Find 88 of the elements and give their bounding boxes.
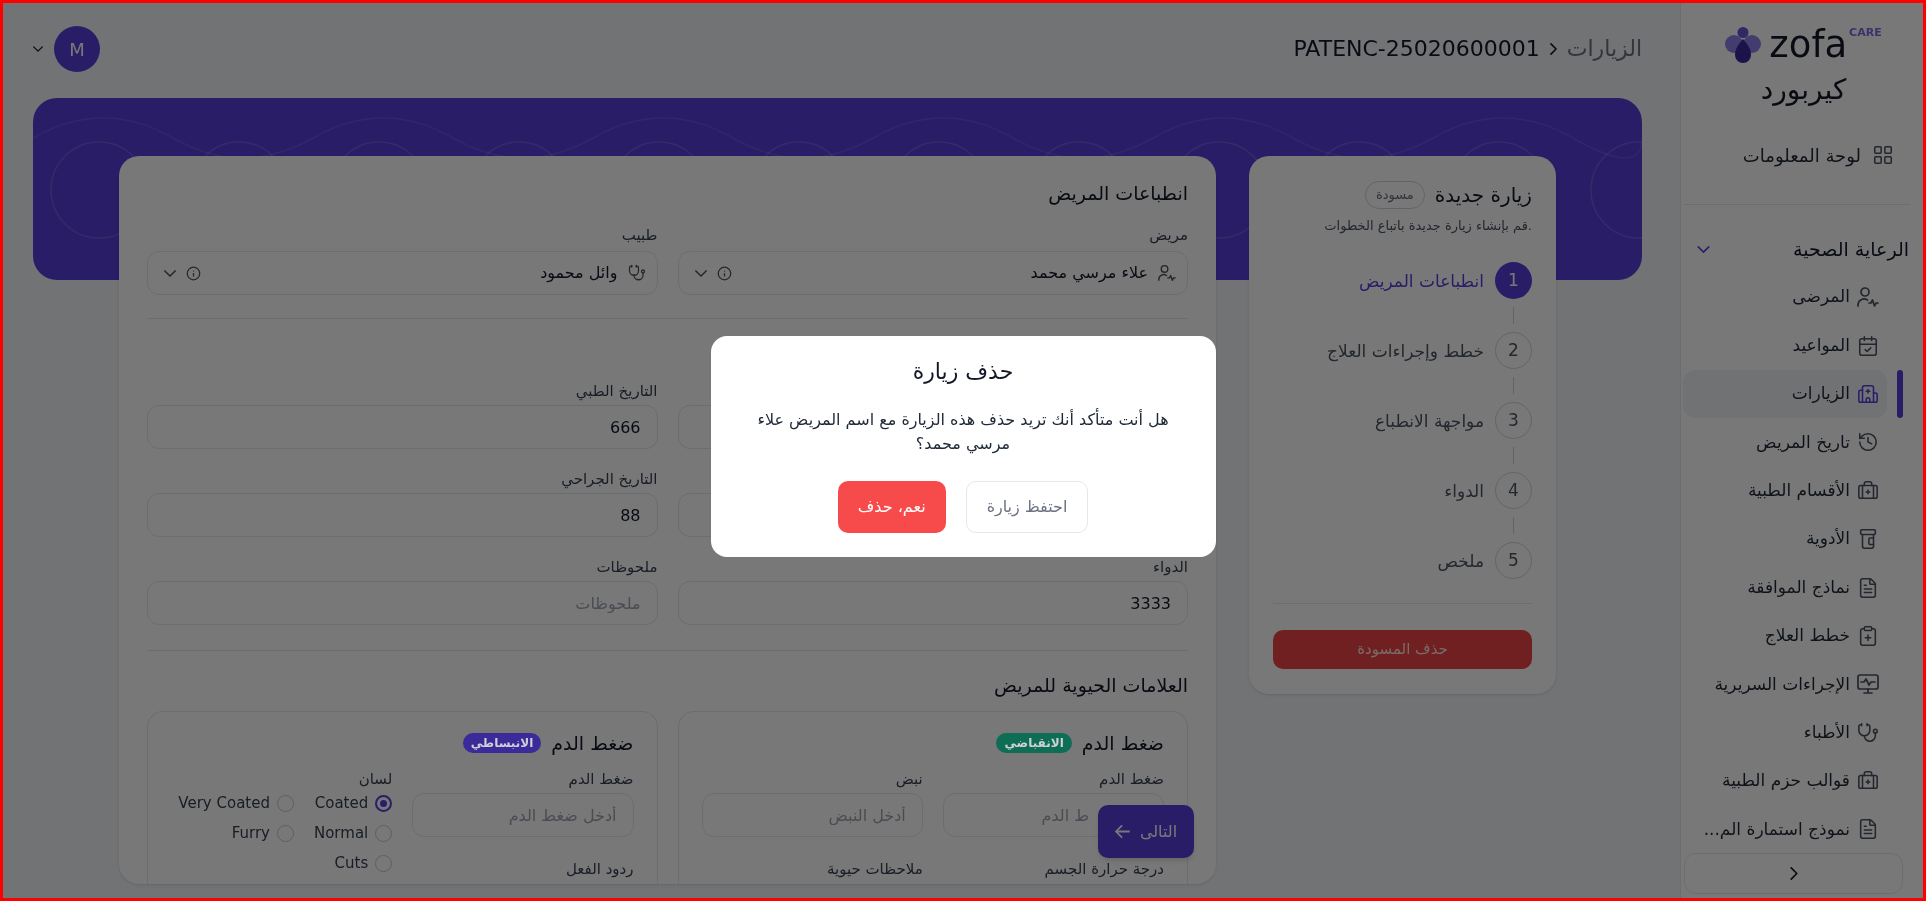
- sidebar-item[interactable]: الإجراءات السريرية: [1683, 660, 1887, 709]
- pill-bottle-icon: [1857, 528, 1879, 551]
- step-label[interactable]: ملخص: [1437, 548, 1484, 573]
- input-field[interactable]: 666: [147, 405, 658, 449]
- sidebar-item[interactable]: نماذج الموافقة: [1683, 563, 1887, 612]
- field-label: نبض: [894, 770, 923, 788]
- sidebar-item[interactable]: الأدوية: [1683, 514, 1887, 564]
- card-title: ضغط الدم: [551, 731, 634, 756]
- caret-icon[interactable]: [33, 46, 43, 52]
- sidebar-item[interactable]: تاريخ المريض: [1683, 418, 1887, 467]
- input-field[interactable]: 88: [147, 493, 658, 537]
- section-toggle[interactable]: الرعاية الصحية: [1681, 225, 1926, 273]
- field-label: لسان: [357, 770, 393, 788]
- radio-label[interactable]: Furry: [231, 823, 270, 843]
- select-field[interactable]: علاء مرسي محمد: [677, 251, 1188, 295]
- history-icon: [1857, 431, 1879, 454]
- logo-mark-icon: [1725, 27, 1762, 63]
- card-title: زيارة جديدة: [1434, 182, 1532, 209]
- clipboard-plus-icon: [1857, 624, 1879, 647]
- field-label: درجة حرارة الجسم: [1043, 860, 1164, 878]
- breadcrumb-chevron-icon: [1549, 43, 1557, 55]
- collapse-button[interactable]: [1684, 853, 1903, 894]
- status-badge: الانقباضي: [996, 733, 1072, 753]
- step-label[interactable]: الدواء: [1444, 478, 1484, 503]
- input-field[interactable]: 3333: [677, 581, 1188, 625]
- radio-label[interactable]: Coated: [314, 793, 369, 813]
- stethoscope-icon: [1857, 721, 1879, 744]
- chevron-icon: [1789, 867, 1798, 880]
- radio-button[interactable]: [375, 794, 393, 812]
- field-label: طبيب: [620, 225, 658, 245]
- logo-wordmark: zofa: [1769, 22, 1848, 68]
- sidebar-item[interactable]: الزيارات: [1683, 369, 1887, 419]
- sidebar-item[interactable]: لوحة المعلومات: [1683, 131, 1908, 179]
- stethoscope-icon: [627, 264, 646, 282]
- sidebar-item[interactable]: الأطباء: [1683, 708, 1887, 757]
- field-label: ردود الفعل: [564, 860, 634, 878]
- document-icon: [1857, 818, 1879, 841]
- user-avatar[interactable]: M: [54, 26, 100, 72]
- step-label[interactable]: خطط وإجراءات العلاج: [1327, 338, 1484, 363]
- dialog-title: حذف زيارة: [911, 358, 1015, 386]
- cancel-button[interactable]: احتفظ زيارة: [965, 481, 1089, 533]
- card-title: انطباعات المريض: [1047, 181, 1188, 206]
- sidebar-item[interactable]: المرضى: [1683, 273, 1887, 322]
- field-label: التاريخ الطبي: [574, 382, 658, 400]
- person-pulse-icon: [1857, 286, 1879, 309]
- active-indicator: [1897, 369, 1903, 419]
- delete-draft-button[interactable]: حذف المسودة: [1273, 630, 1532, 669]
- arrow-left-icon: [1114, 825, 1130, 838]
- calendar-check-icon: [1857, 334, 1879, 357]
- field-label: ملحوظات: [595, 558, 658, 576]
- next-button[interactable]: التالى: [1098, 805, 1194, 858]
- breadcrumb-link[interactable]: الزيارات: [1566, 34, 1642, 64]
- sidebar-item[interactable]: المواعيد: [1683, 321, 1887, 370]
- step-label[interactable]: مواجهة الانطباع: [1374, 408, 1484, 433]
- info-icon: [716, 265, 732, 281]
- chevron-down-icon: [164, 269, 176, 277]
- sidebar-item[interactable]: الأقسام الطبية: [1683, 466, 1887, 515]
- field-label: ملاحظات حيوية: [825, 860, 923, 878]
- delete-button[interactable]: نعم، حذف: [837, 481, 946, 533]
- sidebar-item[interactable]: خطط العلاج: [1683, 611, 1887, 661]
- sidebar-title: كيربورد: [1760, 72, 1847, 108]
- grid-icon: [1872, 144, 1894, 166]
- dialog-message: هل أنت متأكد أنك تريد حذف هذه الزيارة مع اسم المريض علاء مرسي محمد؟: [756, 408, 1170, 456]
- field-label: الدواء: [1151, 558, 1188, 576]
- card-subtitle: قم بإنشاء زيارة جديدة باتباع الخطوات.: [1323, 217, 1532, 236]
- field-label: مريض: [1148, 225, 1188, 245]
- radio-label[interactable]: Normal: [313, 823, 369, 843]
- breadcrumb-current: PATENC-25020600001: [1293, 35, 1540, 63]
- sidebar-item[interactable]: نموذج استمارة الم...: [1683, 805, 1887, 853]
- field-label: التاريخ الجراحي: [560, 470, 658, 488]
- medical-kit-icon: [1857, 479, 1879, 502]
- logo-tagline: CARE: [1849, 27, 1882, 38]
- field-label: ضغط الدم: [567, 770, 634, 788]
- document-icon: [1857, 576, 1879, 599]
- hospital-icon: [1857, 382, 1879, 405]
- card-title: ضغط الدم: [1081, 731, 1164, 756]
- radio-label[interactable]: Cuts: [334, 853, 369, 873]
- sidebar-item[interactable]: قوالب حزم الطبية: [1683, 756, 1887, 806]
- radio-label[interactable]: Very Coated: [178, 793, 270, 813]
- select-field[interactable]: وائل محمود: [147, 251, 658, 295]
- status-badge: الانبساطي: [462, 733, 542, 753]
- field-label: ضغط الدم: [1098, 770, 1164, 788]
- info-icon: [186, 265, 201, 281]
- monitor-pulse-icon: [1857, 673, 1879, 696]
- section-heading: العلامات الحيوية للمريض: [993, 673, 1188, 698]
- step-label[interactable]: انطباعات المريض: [1358, 268, 1484, 293]
- person-pulse-icon: [1158, 264, 1176, 282]
- chevron-down-icon: [694, 269, 707, 277]
